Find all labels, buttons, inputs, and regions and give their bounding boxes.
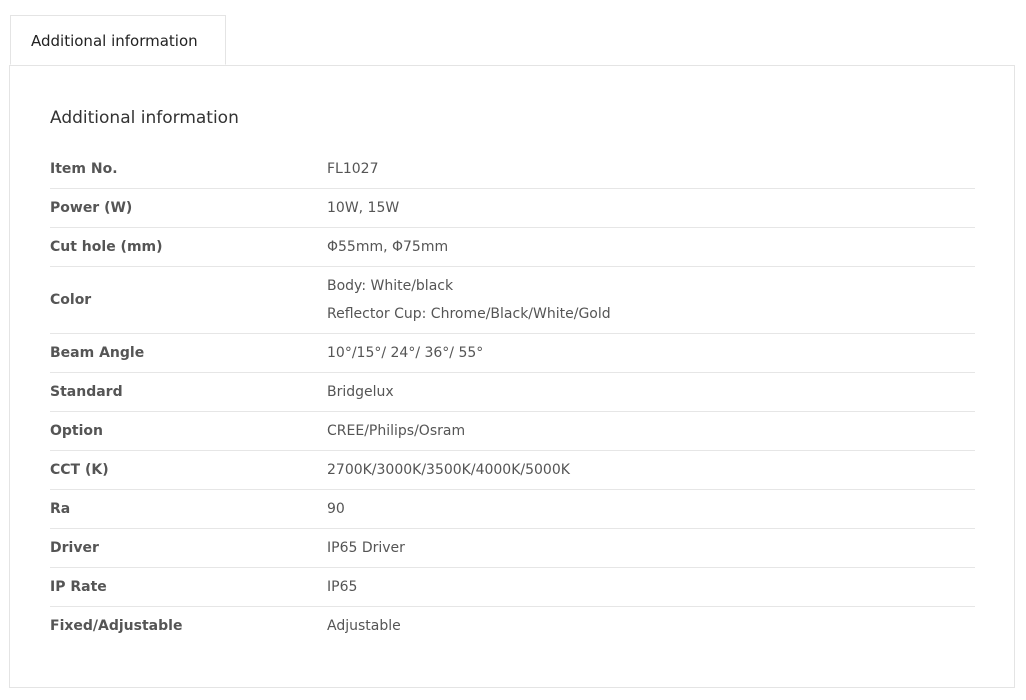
value-line: 10°/15°/ 24°/ 36°/ 55° bbox=[327, 345, 484, 361]
row-label: Item No. bbox=[50, 161, 118, 177]
value-line: CREE/Philips/Osram bbox=[327, 423, 466, 439]
value-line: Body: White/black bbox=[327, 278, 454, 294]
row-value: Body: White/black Reflector Cup: Chrome/… bbox=[327, 267, 975, 334]
attributes-table: Item No. FL1027 Power (W) 10W, 15W Cut h… bbox=[50, 150, 975, 645]
value-line: IP65 Driver bbox=[327, 540, 405, 556]
value-line: 10W, 15W bbox=[327, 200, 400, 216]
value-line: Φ55mm, Φ75mm bbox=[327, 239, 449, 255]
row-label: Ra bbox=[50, 501, 71, 517]
row-value: IP65 bbox=[327, 568, 975, 607]
table-row: Fixed/Adjustable Adjustable bbox=[50, 607, 975, 646]
value-line: 90 bbox=[327, 501, 345, 517]
row-value: 2700K/3000K/3500K/4000K/5000K bbox=[327, 451, 975, 490]
row-label: Option bbox=[50, 423, 103, 439]
row-label: Cut hole (mm) bbox=[50, 239, 163, 255]
row-label: Color bbox=[50, 292, 92, 308]
table-row: CCT (K) 2700K/3000K/3500K/4000K/5000K bbox=[50, 451, 975, 490]
row-value: Bridgelux bbox=[327, 373, 975, 412]
table-row: Ra 90 bbox=[50, 490, 975, 529]
value-line: FL1027 bbox=[327, 161, 379, 177]
value-line: Bridgelux bbox=[327, 384, 394, 400]
row-value: CREE/Philips/Osram bbox=[327, 412, 975, 451]
table-row: Driver IP65 Driver bbox=[50, 529, 975, 568]
value-line: Adjustable bbox=[327, 618, 401, 634]
row-label: Beam Angle bbox=[50, 345, 145, 361]
table-row: Power (W) 10W, 15W bbox=[50, 189, 975, 228]
panel-title: Additional information bbox=[50, 108, 239, 128]
tab-additional-information[interactable]: Additional information bbox=[10, 15, 226, 65]
row-label: CCT (K) bbox=[50, 462, 109, 478]
row-label: Standard bbox=[50, 384, 123, 400]
row-value: IP65 Driver bbox=[327, 529, 975, 568]
row-label: Power (W) bbox=[50, 200, 133, 216]
row-label: Driver bbox=[50, 540, 99, 556]
table-row: Beam Angle 10°/15°/ 24°/ 36°/ 55° bbox=[50, 334, 975, 373]
row-value: 10°/15°/ 24°/ 36°/ 55° bbox=[327, 334, 975, 373]
value-line: 2700K/3000K/3500K/4000K/5000K bbox=[327, 462, 570, 478]
additional-information-panel: Additional information Item No. FL1027 P… bbox=[9, 65, 1015, 688]
value-line: IP65 bbox=[327, 579, 358, 595]
table-row: Item No. FL1027 bbox=[50, 150, 975, 189]
table-row: Option CREE/Philips/Osram bbox=[50, 412, 975, 451]
table-row: Cut hole (mm) Φ55mm, Φ75mm bbox=[50, 228, 975, 267]
table-row: IP Rate IP65 bbox=[50, 568, 975, 607]
row-label: IP Rate bbox=[50, 579, 107, 595]
row-value: 90 bbox=[327, 490, 975, 529]
row-value: Adjustable bbox=[327, 607, 975, 646]
table-row: Standard Bridgelux bbox=[50, 373, 975, 412]
table-row: Color Body: White/black Reflector Cup: C… bbox=[50, 267, 975, 334]
row-label: Fixed/Adjustable bbox=[50, 618, 183, 634]
value-line: Reflector Cup: Chrome/Black/White/Gold bbox=[327, 306, 611, 322]
row-value: 10W, 15W bbox=[327, 189, 975, 228]
row-value: FL1027 bbox=[327, 150, 975, 189]
row-value: Φ55mm, Φ75mm bbox=[327, 228, 975, 267]
